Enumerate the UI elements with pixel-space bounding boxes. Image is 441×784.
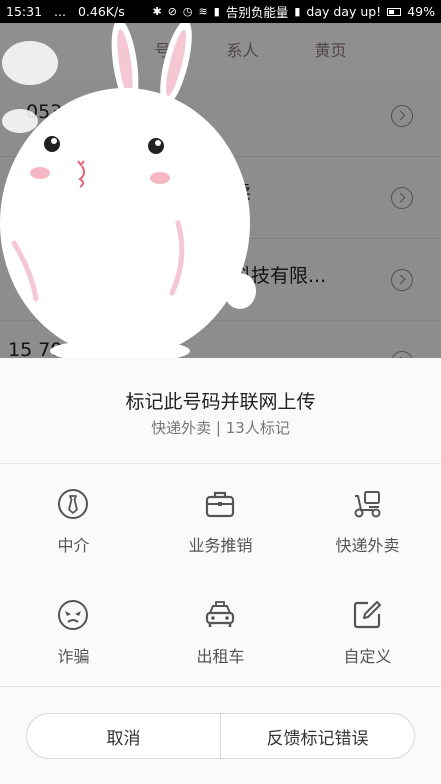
cancel-button[interactable]: 取消	[27, 714, 220, 758]
carrier-1: 告别负能量	[225, 5, 289, 20]
tag-label: 中介	[57, 536, 90, 555]
wifi-icon: ≋	[198, 5, 208, 18]
tag-label: 业务推销	[188, 536, 253, 555]
tag-number-sheet: 标记此号码并联网上传 快递外卖 | 13人标记 中介 业务推销 快递外卖 诈骗 …	[0, 358, 441, 784]
report-error-button[interactable]: 反馈标记错误	[221, 714, 414, 758]
tag-label: 自定义	[343, 647, 392, 666]
tag-delivery[interactable]: 快递外卖	[294, 464, 441, 575]
tag-custom[interactable]: 自定义	[294, 575, 441, 686]
mute-icon: ⊘	[167, 5, 177, 18]
tag-label: 出租车	[196, 647, 245, 666]
tag-label: 诈骗	[57, 647, 90, 666]
taxi-icon	[205, 601, 235, 627]
bluetooth-icon: ✱	[152, 5, 162, 18]
status-dots: ...	[54, 4, 66, 19]
tag-taxi[interactable]: 出租车	[147, 575, 294, 686]
sheet-header: 标记此号码并联网上传 快递外卖 | 13人标记	[0, 358, 441, 464]
tie-icon	[58, 489, 88, 519]
tag-fraud[interactable]: 诈骗	[0, 575, 147, 686]
tag-agency[interactable]: 中介	[0, 464, 147, 575]
signal-icon: ▮	[213, 5, 220, 18]
network-speed: 0.46K/s	[77, 4, 125, 19]
bunny-sticker	[0, 23, 256, 363]
sheet-footer: 取消 反馈标记错误	[0, 686, 441, 784]
angry-face-icon	[58, 600, 88, 630]
sheet-title: 标记此号码并联网上传	[125, 391, 316, 413]
carrier-2: day day up!	[306, 4, 382, 19]
status-bar: 15:31 ... 0.46K/s ✱ ⊘ ◷ ≋ ▮ 告别负能量 ▮ day …	[0, 0, 441, 23]
delivery-scooter-icon	[354, 491, 381, 518]
battery-icon	[387, 7, 402, 16]
action-buttons: 取消 反馈标记错误	[26, 713, 415, 759]
status-time: 15:31	[6, 4, 43, 19]
tag-telemarketing[interactable]: 业务推销	[147, 464, 294, 575]
tag-label: 快递外卖	[335, 536, 400, 555]
sheet-subtitle: 快递外卖 | 13人标记	[151, 419, 290, 437]
briefcase-icon	[205, 491, 235, 518]
edit-icon	[353, 601, 381, 629]
signal-icon-2: ▮	[294, 5, 301, 18]
alarm-icon: ◷	[182, 5, 193, 18]
battery-level: 49%	[407, 4, 435, 19]
tag-grid: 中介 业务推销 快递外卖 诈骗 出租车 自定义	[0, 464, 441, 686]
